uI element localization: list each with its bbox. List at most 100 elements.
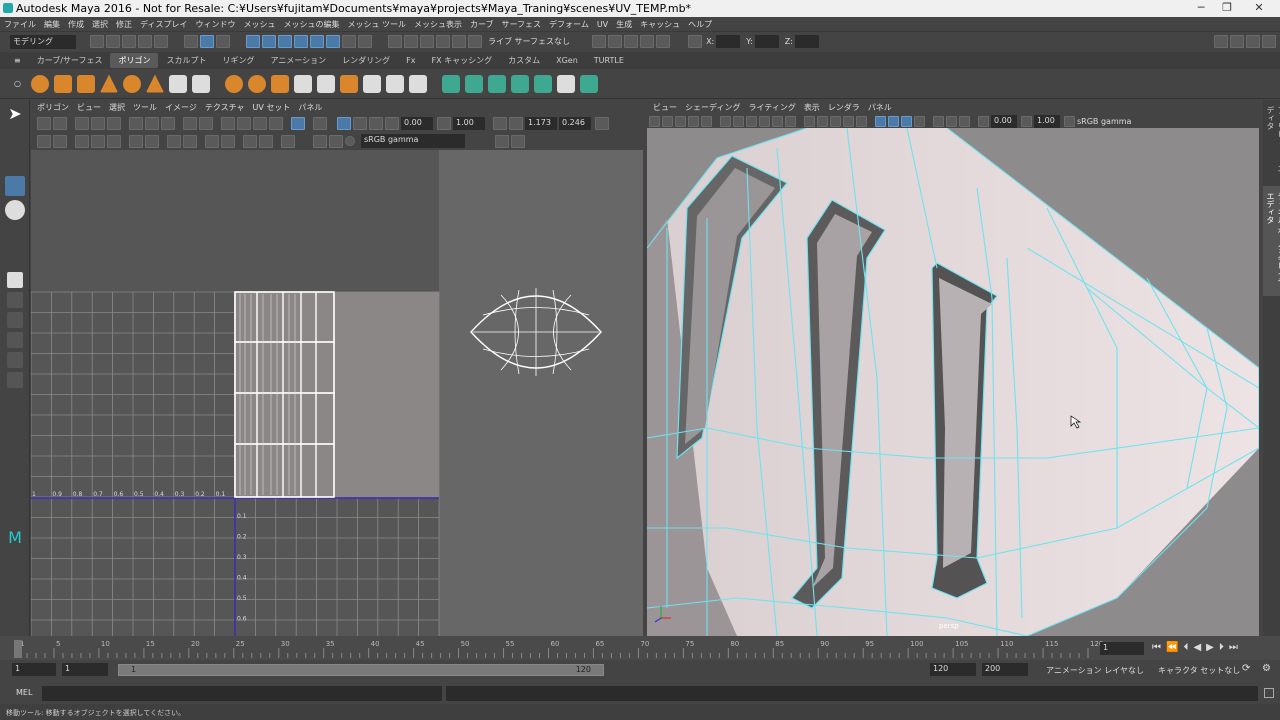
uv-rotate-icon[interactable] [145, 116, 159, 130]
uv-color-mgmt-icon[interactable] [345, 136, 355, 146]
menu-item-1[interactable]: 編集 [40, 19, 64, 30]
shelf-tab-8[interactable]: カスタム [500, 53, 548, 68]
uv-move-icon[interactable] [259, 134, 273, 148]
uv-editor-viewport[interactable]: 1 0.9 0.8 0.7 0.6 0.5 0.4 0.3 0.2 0.1 0.1 0.2 0.3 0.… [31, 150, 643, 636]
select-hierarchy-icon[interactable] [184, 35, 198, 48]
layout-side-icon[interactable] [7, 312, 23, 328]
menu-item-7[interactable]: メッシュ [239, 19, 279, 30]
step-forward-icon[interactable]: ⏵ [1219, 642, 1224, 653]
close-icon[interactable]: ✕ [1240, 1, 1278, 16]
vp-camera-icon[interactable] [688, 115, 699, 127]
shelf-tab-1[interactable]: ポリゴン [110, 53, 159, 68]
modeling-toolkit-icon[interactable] [1214, 35, 1228, 48]
vp-grid-icon[interactable] [772, 115, 783, 127]
uv-flip-icon[interactable] [91, 116, 105, 130]
poly-pyramid-icon[interactable] [145, 74, 164, 93]
vp-grid-icon[interactable] [720, 115, 731, 127]
rotate-tool-icon[interactable] [5, 200, 25, 220]
uv-colorspace-dropdown[interactable]: sRGB gamma [361, 134, 465, 148]
vp-shadows-icon[interactable] [933, 115, 944, 127]
auto-key-icon[interactable]: ⟳ [1242, 663, 1250, 674]
fill-hole-icon[interactable] [487, 74, 506, 93]
menu-item-12[interactable]: サーフェス [498, 19, 546, 30]
paint-select-icon[interactable] [5, 152, 25, 172]
menu-item-14[interactable]: UV [593, 20, 612, 29]
menu-item-4[interactable]: 修正 [112, 19, 136, 30]
ipr-render-icon[interactable] [624, 35, 639, 48]
range-slider[interactable]: 1 120 [118, 664, 604, 676]
lasso-tool-icon[interactable] [5, 128, 25, 148]
poly-cone-icon[interactable] [99, 74, 118, 93]
select-object-icon[interactable] [200, 35, 214, 48]
vp-grid-icon[interactable] [759, 115, 770, 127]
snap-curve-icon[interactable] [404, 35, 418, 48]
menu-item-10[interactable]: メッシュ表示 [410, 19, 466, 30]
uv-gamma-icon[interactable] [437, 116, 451, 130]
shelf-tab-4[interactable]: アニメーション [262, 53, 334, 68]
uv-exposure-icon[interactable] [385, 116, 399, 130]
uv-layout-icon[interactable] [167, 134, 181, 148]
tool-settings-icon[interactable] [1246, 35, 1260, 48]
vp-gamma-icon[interactable] [1021, 115, 1032, 127]
planar-uv-icon[interactable] [556, 74, 575, 93]
transform-input-icon[interactable] [688, 35, 703, 48]
maximize-icon[interactable]: ❐ [1214, 1, 1240, 16]
playback-start-field[interactable]: 1 [62, 663, 108, 676]
uv-checker-icon[interactable] [313, 134, 327, 148]
uv-rotate-icon[interactable] [161, 116, 175, 130]
uv-grid[interactable]: 1 0.9 0.8 0.7 0.6 0.5 0.4 0.3 0.2 0.1 0.1 0.2 0.3 0.… [31, 150, 643, 636]
vp-shading-icon[interactable] [817, 115, 828, 127]
vp-exposure-icon[interactable] [978, 115, 989, 127]
vp-camera-icon[interactable] [649, 115, 660, 127]
uv-view-icon[interactable] [495, 134, 509, 148]
auto-uv-icon[interactable] [579, 74, 598, 93]
uv-texture-icon[interactable] [329, 134, 343, 148]
menu-item-5[interactable]: ディスプレイ [136, 19, 191, 30]
go-end-icon[interactable]: ⏭ [1229, 642, 1238, 653]
vp-wireframe-icon[interactable] [875, 115, 886, 127]
menu-item-0[interactable]: ファイル [0, 19, 40, 30]
minimize-icon[interactable]: ─ [1188, 1, 1214, 16]
char-set-dropdown[interactable]: キャラクタ セットなし [1158, 665, 1240, 676]
uv-menu-item-4[interactable]: イメージ [161, 102, 201, 113]
vp-camera-icon[interactable] [675, 115, 686, 127]
shelf-tab-5[interactable]: レンダリング [334, 53, 398, 68]
play-forward-icon[interactable]: ▶ [1206, 642, 1214, 653]
vp-menu-item-0[interactable]: ビュー [649, 102, 681, 113]
uv-move-icon[interactable] [221, 134, 235, 148]
y-field[interactable] [754, 35, 779, 48]
script-language-label[interactable]: MEL [16, 688, 32, 697]
step-back-key-icon[interactable]: ⏪ [1166, 642, 1178, 653]
menu-item-17[interactable]: ヘルプ [684, 19, 716, 30]
select-by-dynamic-icon[interactable] [326, 35, 340, 48]
perspective-viewport[interactable]: persp [647, 128, 1259, 636]
play-back-icon[interactable]: ◀ [1193, 642, 1201, 653]
vp-camera-icon[interactable] [701, 115, 712, 127]
new-scene-icon[interactable] [90, 35, 104, 48]
uv-exposure-field[interactable]: 0.00 [401, 116, 433, 130]
attribute-editor-tab[interactable]: アトリビュート エディタ [1263, 100, 1280, 186]
script-editor-icon[interactable] [1264, 688, 1274, 698]
uv-menu-item-6[interactable]: UV セット [249, 102, 295, 113]
bevel-icon[interactable] [464, 74, 483, 93]
command-input[interactable] [42, 686, 442, 701]
vp-grid-icon[interactable] [746, 115, 757, 127]
step-back-icon[interactable]: ⏴ [1183, 642, 1188, 653]
uv-menu-item-5[interactable]: テクスチャ [201, 102, 249, 113]
poly-sphere-icon[interactable] [30, 74, 49, 93]
snap-view-icon[interactable] [436, 35, 450, 48]
u-coord-field[interactable]: 1.173 [525, 116, 557, 130]
vp-colorspace-label[interactable]: sRGB gamma [1077, 117, 1131, 126]
uv-flip-icon[interactable] [75, 116, 89, 130]
select-by-curve-icon[interactable] [278, 35, 292, 48]
poly-cylinder-icon[interactable] [76, 74, 95, 93]
render-settings-icon[interactable] [640, 35, 655, 48]
poly-disc-icon[interactable] [191, 74, 210, 93]
lock-icon[interactable] [358, 35, 372, 48]
vp-grid-icon[interactable] [733, 115, 744, 127]
vp-shading-icon[interactable] [804, 115, 815, 127]
vp-menu-item-3[interactable]: 表示 [800, 102, 824, 113]
vp-menu-item-2[interactable]: ライティング [744, 102, 799, 113]
shelf-options-icon[interactable]: ○ [14, 79, 21, 88]
uv-menu-item-1[interactable]: ビュー [73, 102, 105, 113]
